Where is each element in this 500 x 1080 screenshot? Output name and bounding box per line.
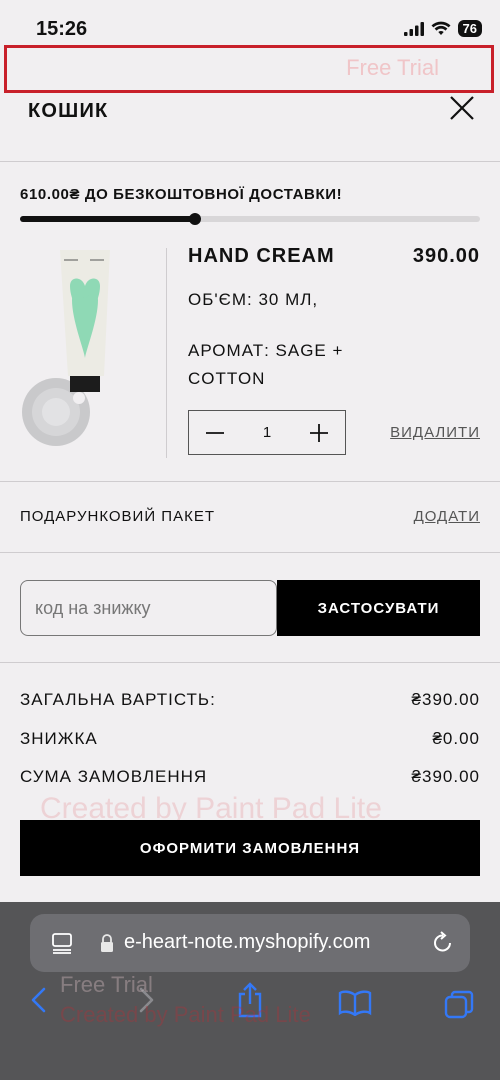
- status-time: 15:26: [36, 18, 88, 40]
- discount-code-input[interactable]: [20, 580, 277, 636]
- signal-icon: [403, 21, 424, 36]
- remove-item-link[interactable]: ВИДАЛИТИ: [390, 424, 480, 441]
- apply-discount-button[interactable]: ЗАСТОСУВАТИ: [277, 580, 480, 636]
- gift-bag-label: ПОДАРУНКОВИЙ ПАКЕТ: [20, 508, 215, 525]
- product-image[interactable]: [12, 240, 152, 460]
- summary-label: ЗНИЖКА: [20, 729, 98, 748]
- tabs-icon[interactable]: [444, 990, 474, 1020]
- summary-value: ₴390.00: [411, 690, 480, 709]
- wifi-icon: [431, 21, 451, 35]
- summary-row-total: СУМА ЗАМОВЛЕННЯ ₴390.00: [20, 767, 480, 787]
- product-volume: ОБ'ЄМ: 30 МЛ,: [188, 290, 319, 309]
- summary-row-discount: ЗНИЖКА ₴0.00: [20, 729, 480, 749]
- address-bar[interactable]: e-heart-note.myshopify.com: [30, 914, 470, 972]
- browser-toolbar: e-heart-note.myshopify.com Free Trial Cr…: [0, 902, 500, 1080]
- cart-header: КОШИК: [0, 90, 500, 162]
- shipping-progress-knob: [188, 213, 201, 225]
- divider: [0, 481, 500, 482]
- add-gift-bag-link[interactable]: ДОДАТИ: [414, 508, 480, 525]
- watermark-faint-text: Created by Paint Pad Lite: [60, 1002, 311, 1027]
- watermark-frame: Free Trial: [4, 45, 494, 93]
- shipping-progress-bar: [20, 213, 480, 225]
- product-scent: АРОМАТ: SAGE + COTTON: [188, 341, 344, 388]
- product-divider: [166, 248, 167, 458]
- product-price: 390.00: [412, 245, 480, 267]
- battery-indicator: 76: [457, 20, 482, 37]
- close-icon[interactable]: [448, 94, 476, 122]
- summary-value: ₴390.00: [411, 767, 480, 786]
- summary-label: СУМА ЗАМОВЛЕННЯ: [20, 767, 208, 786]
- watermark-text: Free Trial: [346, 55, 439, 80]
- lock-icon: [101, 934, 113, 952]
- checkout-button[interactable]: ОФОРМИТИ ЗАМОВЛЕННЯ: [20, 820, 480, 876]
- url-text: e-heart-note.myshopify.com: [124, 931, 371, 953]
- shipping-progress-fill: [20, 216, 195, 222]
- cart-title: КОШИК: [28, 100, 109, 122]
- status-icons: 76: [403, 20, 482, 37]
- forward-icon[interactable]: [135, 986, 157, 1014]
- share-icon[interactable]: [236, 982, 264, 1018]
- status-bar: 15:26 76: [0, 0, 500, 48]
- quantity-increase-button[interactable]: [293, 411, 345, 454]
- summary-label: ЗАГАЛЬНА ВАРТІСТЬ:: [20, 690, 216, 709]
- minus-icon: [206, 431, 224, 434]
- back-icon[interactable]: [28, 986, 50, 1014]
- plus-icon: [310, 423, 328, 442]
- free-shipping-message: 610.00₴ ДО БЕЗКОШТОВНОЇ ДОСТАВКИ!: [20, 186, 343, 203]
- quantity-stepper: 1: [188, 410, 346, 455]
- summary-row-subtotal: ЗАГАЛЬНА ВАРТІСТЬ: ₴390.00: [20, 690, 480, 710]
- divider: [0, 662, 500, 663]
- divider: [0, 552, 500, 553]
- reload-icon[interactable]: [432, 931, 454, 955]
- quantity-value: 1: [262, 424, 272, 441]
- bookmarks-icon[interactable]: [338, 990, 372, 1016]
- quantity-decrease-button[interactable]: [189, 411, 241, 454]
- reader-mode-icon[interactable]: [52, 932, 74, 954]
- summary-value: ₴0.00: [432, 729, 480, 748]
- product-name[interactable]: HAND CREAM: [188, 245, 335, 268]
